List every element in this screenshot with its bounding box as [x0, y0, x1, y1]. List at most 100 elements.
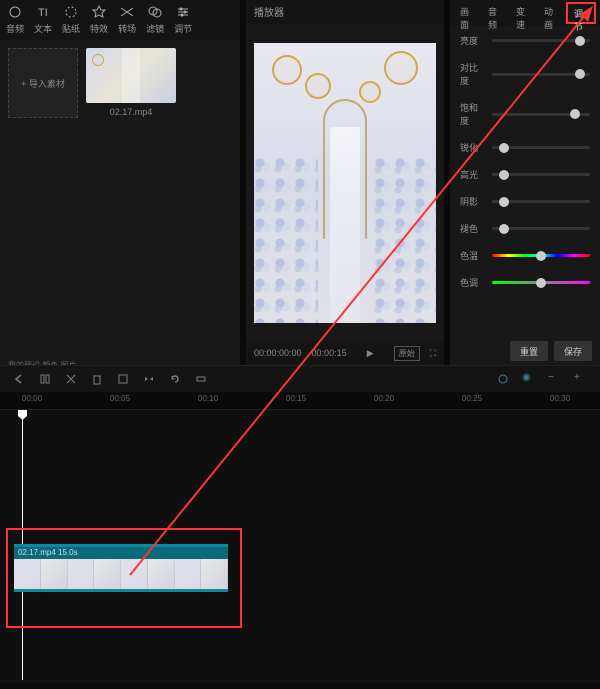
- media-panel: 音频 TI 文本 贴纸 特效 转场 滤镜: [0, 0, 240, 365]
- tab-animation[interactable]: 动画: [538, 2, 564, 24]
- ruler-tick: 00:00: [22, 394, 42, 403]
- slider-thumb[interactable]: [499, 143, 509, 153]
- slider-track[interactable]: [492, 146, 590, 149]
- slider-track[interactable]: [492, 39, 590, 42]
- toolbar-label: 文本: [34, 22, 52, 35]
- timeline-toolbar: ◉ − +: [0, 366, 600, 392]
- cut-icon[interactable]: [64, 372, 78, 386]
- slider-track[interactable]: [492, 200, 590, 203]
- toolbar-effect[interactable]: 特效: [90, 4, 108, 35]
- slider-label: 褪色: [460, 222, 486, 235]
- slider-track[interactable]: [492, 227, 590, 230]
- adjustment-sliders: 亮度对比度饱和度锐化高光阴影褪色色温色调: [450, 26, 600, 337]
- zoom-out-icon[interactable]: −: [548, 372, 562, 386]
- ruler-tick: 00:25: [462, 394, 482, 403]
- properties-panel: 画面 音频 变速 动画 调节 亮度对比度饱和度锐化高光阴影褪色色温色调 重置 保…: [450, 0, 600, 365]
- timeline-ruler[interactable]: 00:0000:0500:1000:1500:2000:2500:30: [0, 392, 600, 410]
- crop-icon[interactable]: [116, 372, 130, 386]
- slider-row-3: 锐化: [460, 141, 590, 154]
- apply-button[interactable]: 保存: [554, 341, 592, 361]
- slider-thumb[interactable]: [499, 224, 509, 234]
- ruler-tick: 00:20: [374, 394, 394, 403]
- slider-thumb[interactable]: [536, 251, 546, 261]
- media-thumbnail[interactable]: 02.17.mp4: [86, 48, 176, 357]
- zoom-in-icon[interactable]: +: [574, 372, 588, 386]
- clip-label: 02.17.mp4 15.0s: [14, 547, 228, 559]
- loop-icon[interactable]: [194, 372, 208, 386]
- toolbar-label: 音频: [6, 22, 24, 35]
- slider-thumb[interactable]: [570, 109, 580, 119]
- player-canvas: [254, 43, 436, 323]
- slider-track[interactable]: [492, 113, 590, 116]
- slider-row-7: 色温: [460, 249, 590, 262]
- tab-picture[interactable]: 画面: [454, 2, 480, 24]
- toolbar-label: 特效: [90, 22, 108, 35]
- slider-track[interactable]: [492, 173, 590, 176]
- toolbar-filter[interactable]: 滤镜: [146, 4, 164, 35]
- slider-label: 色温: [460, 249, 486, 262]
- slider-thumb[interactable]: [575, 36, 585, 46]
- slider-row-5: 阴影: [460, 195, 590, 208]
- split-icon[interactable]: [38, 372, 52, 386]
- slider-row-6: 褪色: [460, 222, 590, 235]
- slider-row-8: 色调: [460, 276, 590, 289]
- toolbar-label: 贴纸: [62, 22, 80, 35]
- video-clip[interactable]: 02.17.mp4 15.0s: [14, 544, 228, 592]
- slider-label: 高光: [460, 168, 486, 181]
- panel-buttons: 重置 保存: [450, 337, 600, 365]
- undo-icon[interactable]: [12, 372, 26, 386]
- ruler-tick: 00:15: [286, 394, 306, 403]
- toolbar-label: 转场: [118, 22, 136, 35]
- slider-label: 色调: [460, 276, 486, 289]
- player-viewport[interactable]: [246, 24, 444, 341]
- time-total: 00:00:15: [312, 348, 347, 358]
- slider-row-1: 对比度: [460, 61, 590, 87]
- main-toolbar: 音频 TI 文本 贴纸 特效 转场 滤镜: [0, 0, 240, 40]
- tab-audio[interactable]: 音频: [482, 2, 508, 24]
- timeline-tracks[interactable]: 02.17.mp4 15.0s: [0, 410, 600, 680]
- ruler-tick: 00:10: [198, 394, 218, 403]
- rotate-icon[interactable]: [168, 372, 182, 386]
- slider-row-2: 饱和度: [460, 101, 590, 127]
- player-panel: 播放器 00:00:00:00 00:00:15 ▶ 原始 ⛶: [246, 0, 444, 365]
- fullscreen-icon[interactable]: ⛶: [430, 348, 436, 359]
- slider-track[interactable]: [492, 254, 590, 257]
- slider-thumb[interactable]: [536, 278, 546, 288]
- toolbar-label: 滤镜: [146, 22, 164, 35]
- delete-icon[interactable]: [90, 372, 104, 386]
- toolbar-transition[interactable]: 转场: [118, 4, 136, 35]
- slider-label: 对比度: [460, 61, 486, 87]
- tab-speed[interactable]: 变速: [510, 2, 536, 24]
- reset-button[interactable]: 重置: [510, 341, 548, 361]
- slider-thumb[interactable]: [575, 69, 585, 79]
- toolbar-label: 调节: [174, 22, 192, 35]
- slider-thumb[interactable]: [499, 170, 509, 180]
- ratio-selector[interactable]: 原始: [394, 346, 420, 361]
- import-media-button[interactable]: + 导入素材: [8, 48, 78, 118]
- ruler-tick: 00:05: [110, 394, 130, 403]
- track-icon[interactable]: ◉: [522, 372, 536, 386]
- slider-label: 锐化: [460, 141, 486, 154]
- snap-icon[interactable]: [496, 372, 510, 386]
- slider-thumb[interactable]: [499, 197, 509, 207]
- thumbnail-label: 02.17.mp4: [110, 107, 153, 117]
- slider-track[interactable]: [492, 73, 590, 76]
- svg-text:TI: TI: [38, 7, 48, 19]
- slider-row-4: 高光: [460, 168, 590, 181]
- toolbar-sticker[interactable]: 贴纸: [62, 4, 80, 35]
- tab-adjust[interactable]: 调节: [566, 2, 596, 24]
- slider-row-0: 亮度: [460, 34, 590, 47]
- toolbar-adjust[interactable]: 调节: [174, 4, 192, 35]
- property-tabs: 画面 音频 变速 动画 调节: [450, 0, 600, 26]
- player-title: 播放器: [246, 0, 444, 24]
- slider-track[interactable]: [492, 281, 590, 284]
- slider-label: 阴影: [460, 195, 486, 208]
- play-button[interactable]: ▶: [367, 348, 374, 359]
- slider-label: 饱和度: [460, 101, 486, 127]
- time-current: 00:00:00:00: [254, 348, 302, 358]
- mirror-icon[interactable]: [142, 372, 156, 386]
- toolbar-audio[interactable]: 音频: [6, 4, 24, 35]
- thumbnail-preview: [86, 48, 176, 103]
- slider-label: 亮度: [460, 34, 486, 47]
- toolbar-text[interactable]: TI 文本: [34, 4, 52, 35]
